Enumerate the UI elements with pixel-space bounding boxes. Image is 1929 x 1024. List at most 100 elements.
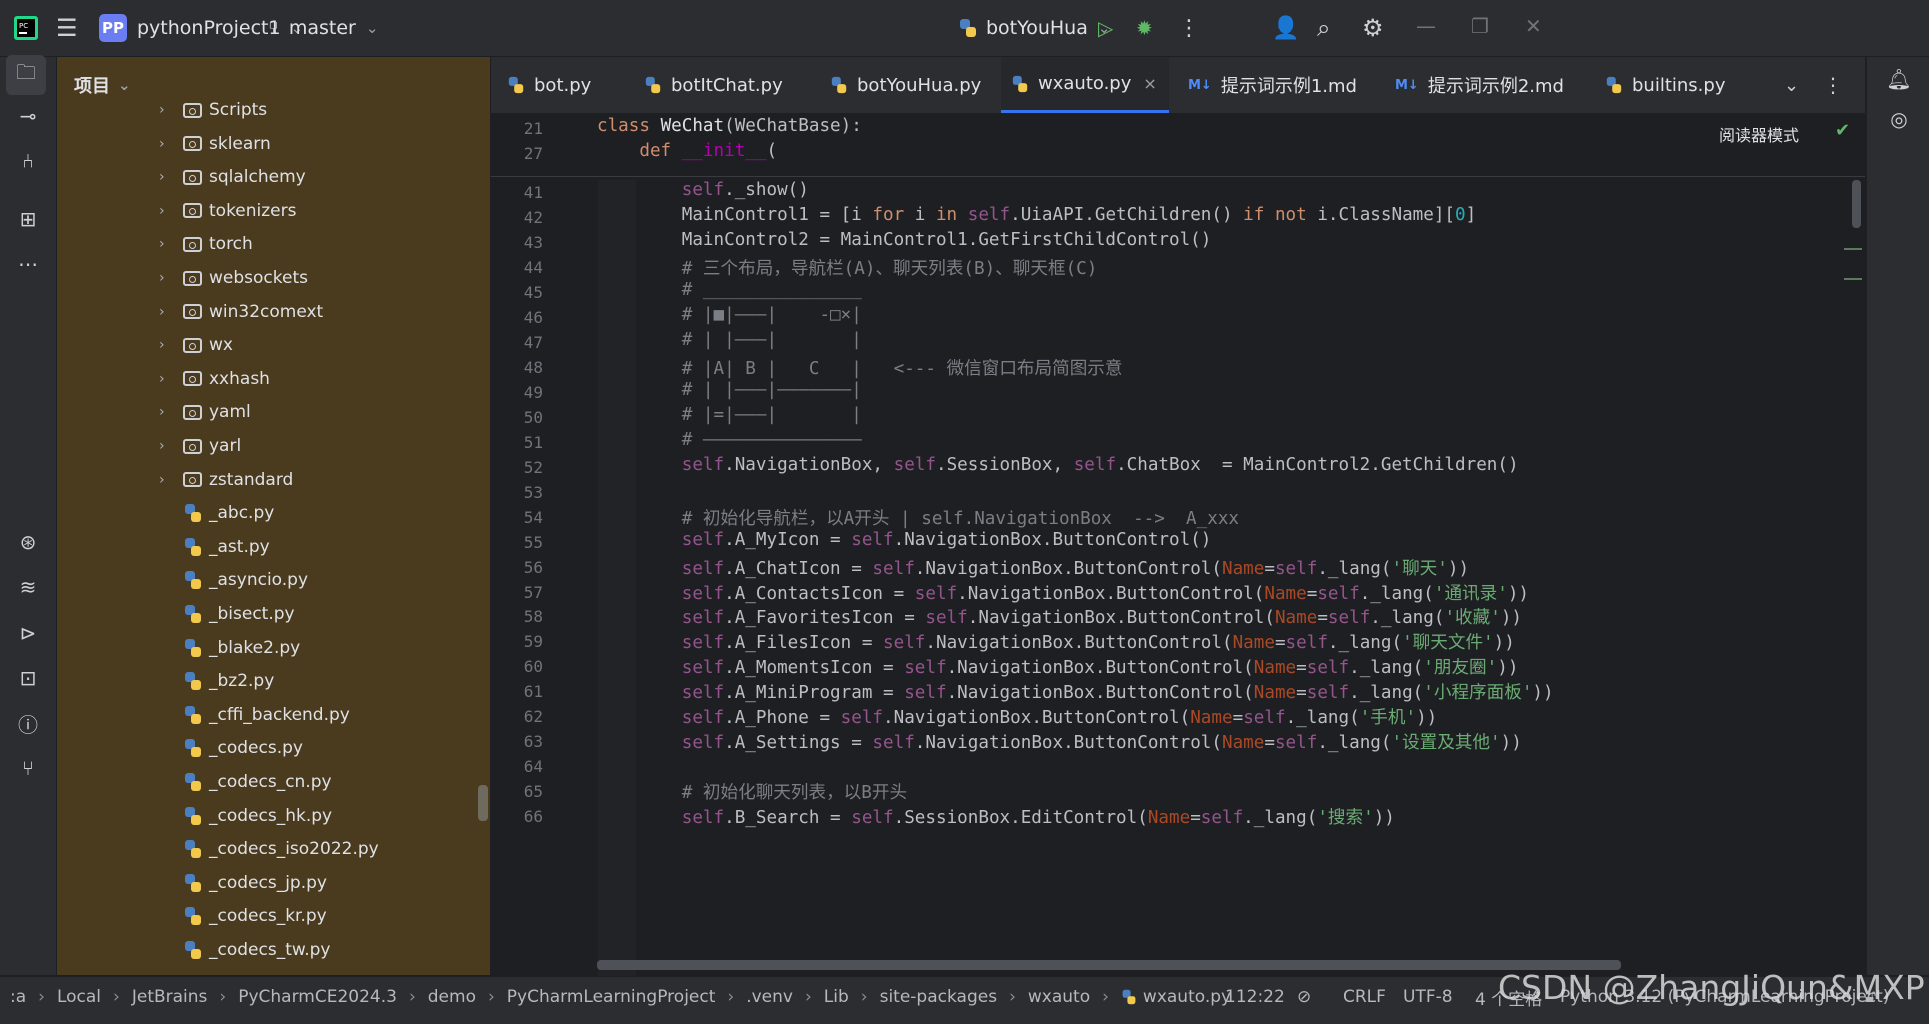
python-console-icon[interactable]: ⊛ — [14, 528, 42, 556]
main-menu-icon[interactable]: ☰ — [56, 0, 78, 56]
chevron-right-icon[interactable]: › — [159, 304, 165, 320]
tree-file-item[interactable]: _asyncio.py — [57, 564, 490, 596]
tab-wxauto-py[interactable]: wxauto.py × — [1001, 57, 1169, 113]
code-line[interactable]: MainControl1 = [i for i in self.UiaAPI.G… — [597, 205, 1476, 225]
code-line[interactable]: self._show() — [597, 180, 809, 200]
code-line[interactable]: self.A_FilesIcon = self.NavigationBox.Bu… — [597, 629, 1515, 654]
tree-folder-item[interactable]: › zstandard — [57, 464, 490, 496]
tree-file-item[interactable]: _codecs_iso2022.py — [57, 833, 490, 865]
tree-file-item[interactable]: _codecs_jp.py — [57, 867, 490, 899]
more-tools-icon[interactable]: ⋯ — [14, 250, 42, 278]
tab-close-icon[interactable]: × — [1143, 74, 1156, 93]
tree-folder-item[interactable]: › sklearn — [57, 128, 490, 160]
tab-list-chevron-icon[interactable]: ⌄ — [1784, 57, 1799, 113]
code-line[interactable]: # _______________ — [597, 280, 862, 300]
tree-file-item[interactable]: _abc.py — [57, 497, 490, 529]
sticky-scroll-header[interactable]: 21 class WeChat(WeChatBase): 27 def __init… — [491, 114, 1865, 177]
tree-file-item[interactable]: _blake2.py — [57, 632, 490, 664]
notifications-bell-icon[interactable]: 🔔︎ — [1885, 65, 1913, 93]
breadcrumb-item[interactable]: site-packages — [880, 987, 997, 1007]
tree-file-item[interactable]: _cffi_backend.py — [57, 699, 490, 731]
run-icon[interactable]: ▷ — [1098, 0, 1113, 56]
code-line[interactable]: self.B_Search = self.SessionBox.EditCont… — [597, 804, 1395, 829]
tree-file-item[interactable]: _codecs_hk.py — [57, 800, 490, 832]
chevron-right-icon[interactable]: › — [159, 472, 165, 488]
tree-folder-item[interactable]: › websockets — [57, 262, 490, 294]
file-encoding[interactable]: UTF-8 — [1403, 977, 1453, 1017]
project-folder-icon[interactable]: 🗀 — [6, 55, 46, 95]
more-actions-icon[interactable]: ⋮ — [1178, 0, 1200, 56]
tree-file-item[interactable]: _bz2.py — [57, 665, 490, 697]
line-separator[interactable]: CRLF — [1343, 977, 1386, 1017]
code-line[interactable]: # |=|———| | — [597, 405, 862, 425]
code-line[interactable]: # 三个布局，导航栏(A)、聊天列表(B)、聊天框(C) — [597, 255, 1098, 280]
add-user-icon[interactable]: 👤 — [1272, 0, 1299, 56]
tab-bot-py[interactable]: bot.py — [507, 57, 591, 113]
tab--1-md[interactable]: M↓ 提示词示例1.md — [1188, 57, 1357, 113]
tree-folder-item[interactable]: › wx — [57, 329, 490, 361]
tree-folder-item[interactable]: › torch — [57, 228, 490, 260]
settings-gear-icon[interactable]: ⚙ — [1362, 0, 1384, 56]
code-line[interactable]: # 初始化聊天列表，以B开头 — [597, 779, 907, 804]
chevron-right-icon[interactable]: › — [159, 337, 165, 353]
tree-folder-item[interactable]: › tokenizers — [57, 195, 490, 227]
chevron-right-icon[interactable]: › — [159, 236, 165, 252]
tree-file-item[interactable]: _ast.py — [57, 531, 490, 563]
project-scrollbar[interactable] — [478, 785, 488, 821]
breadcrumb-item[interactable]: wxauto.py — [1143, 987, 1231, 1007]
tree-folder-item[interactable]: › yarl — [57, 430, 490, 462]
minimize-icon[interactable]: — — [1416, 14, 1436, 38]
tree-folder-item[interactable]: › win32comext — [57, 296, 490, 328]
code-editor[interactable]: 41 42 43 44 45 46 47 48 49 50 51 52 53 54 55 56 57 58 59 60… — [491, 114, 1865, 980]
ai-assistant-icon[interactable]: ◎ — [1885, 105, 1913, 133]
breadcrumb-item[interactable]: .venv — [746, 987, 793, 1007]
breadcrumb-item[interactable]: Lib — [824, 987, 849, 1007]
reader-mode-toggle[interactable]: 阅读器模式 — [1719, 122, 1799, 146]
editor-vertical-scrollbar[interactable] — [1852, 180, 1861, 228]
tree-folder-item[interactable]: › yaml — [57, 396, 490, 428]
layers-icon[interactable]: ≋ — [14, 573, 42, 601]
chevron-right-icon[interactable]: › — [159, 404, 165, 420]
code-line[interactable]: self.NavigationBox, self.SessionBox, sel… — [597, 455, 1519, 475]
pull-request-icon[interactable]: ⑃ — [14, 147, 42, 175]
code-line[interactable]: self.A_Phone = self.NavigationBox.Button… — [597, 704, 1438, 729]
code-line[interactable]: self.A_FavoritesIcon = self.NavigationBo… — [597, 604, 1522, 629]
chevron-right-icon[interactable]: › — [159, 371, 165, 387]
tab-botitchat-py[interactable]: botItChat.py — [644, 57, 783, 113]
breadcrumb-item[interactable]: :a — [10, 987, 26, 1007]
chevron-right-icon[interactable]: › — [159, 136, 165, 152]
chevron-right-icon[interactable]: › — [159, 438, 165, 454]
code-line[interactable]: self.A_MyIcon = self.NavigationBox.Butto… — [597, 530, 1212, 550]
code-line[interactable]: self.A_MiniProgram = self.NavigationBox.… — [597, 679, 1554, 704]
caret-position[interactable]: 112:22 — [1225, 977, 1285, 1017]
restore-icon[interactable]: ❐ — [1471, 14, 1489, 38]
code-line[interactable]: self.A_ContactsIcon = self.NavigationBox… — [597, 580, 1529, 605]
branch-switcher[interactable]: ⑂ master ⌄ — [268, 0, 378, 56]
code-line[interactable]: self.A_ChatIcon = self.NavigationBox.But… — [597, 555, 1469, 580]
terminal-icon[interactable]: ⊡ — [14, 664, 42, 692]
tree-file-item[interactable]: _codecs_tw.py — [57, 934, 490, 966]
inspection-ok-check-icon[interactable]: ✔ — [1835, 120, 1850, 141]
chevron-right-icon[interactable]: › — [159, 102, 165, 118]
tree-folder-item[interactable]: › xxhash — [57, 363, 490, 395]
services-icon[interactable]: ⊳ — [14, 619, 42, 647]
code-line[interactable]: # | |———| | — [597, 330, 862, 350]
breadcrumb-item[interactable]: PyCharmLearningProject — [507, 987, 716, 1007]
git-icon[interactable]: ⑂ — [14, 754, 42, 782]
breadcrumb-item[interactable]: demo — [428, 987, 476, 1007]
problems-icon[interactable]: ⓘ — [14, 709, 42, 737]
code-line[interactable]: # ——————————————— — [597, 430, 862, 450]
tree-file-item[interactable]: _codecs.py — [57, 732, 490, 764]
code-line[interactable]: # |A| B | C | <--- 微信窗口布局简图示意 — [597, 355, 1123, 380]
breadcrumb-item[interactable]: JetBrains — [132, 987, 208, 1007]
pycharm-logo-icon[interactable]: PC — [14, 0, 38, 56]
tab-more-icon[interactable]: ⋮ — [1823, 57, 1843, 113]
chevron-right-icon[interactable]: › — [159, 270, 165, 286]
debug-icon[interactable]: ✹ — [1136, 0, 1153, 56]
structure-icon[interactable]: ⊞ — [14, 205, 42, 233]
commit-icon[interactable]: ⊸ — [14, 102, 42, 130]
tree-file-item[interactable]: _codecs_kr.py — [57, 900, 490, 932]
tab-botyouhua-py[interactable]: botYouHua.py — [830, 57, 981, 113]
code-line[interactable]: self.A_MomentsIcon = self.NavigationBox.… — [597, 654, 1519, 679]
breadcrumb-item[interactable]: Local — [57, 987, 101, 1007]
